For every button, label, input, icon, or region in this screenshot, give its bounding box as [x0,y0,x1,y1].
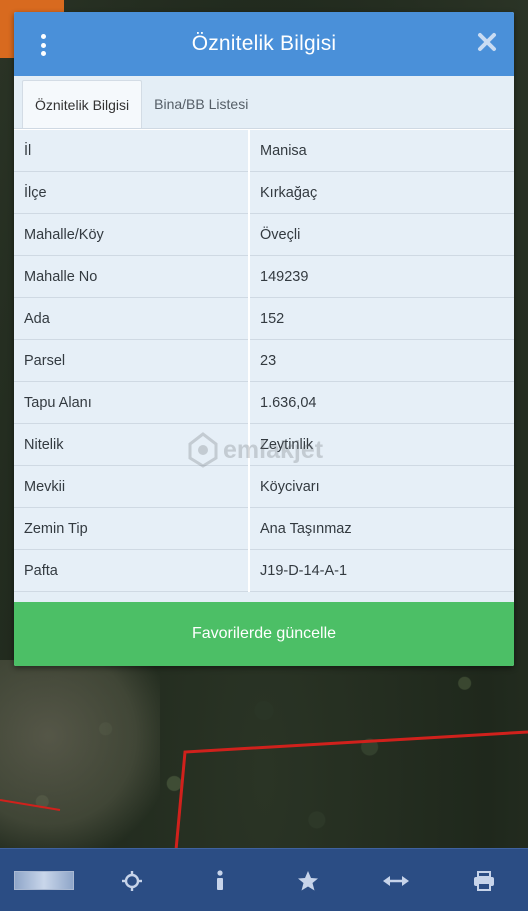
row-value: Manisa [249,129,514,172]
row-value: Ana Taşınmaz [249,507,514,550]
measure-button[interactable] [366,856,426,906]
row-value: Öveçli [249,213,514,256]
star-icon [298,870,318,890]
row-value: 23 [249,339,514,382]
row-key: İl [14,129,250,172]
table-row: Parsel 23 [14,339,514,382]
table-row: Nitelik Zeytinlik [14,423,514,466]
table-row: Mahalle No 149239 [14,255,514,298]
tab-building-list[interactable]: Bina/BB Listesi [142,80,260,128]
row-value: Zeytinlik [249,423,514,466]
parcel-boundary [0,730,528,850]
table-row: Ada 152 [14,297,514,340]
attribute-table: İl Manisa İlçe Kırkağaç Mahalle/Köy Öveç… [14,129,514,592]
row-value: 1.636,04 [249,381,514,424]
row-key: Zemin Tip [14,507,250,550]
table-row: Mevkii Köycivarı [14,465,514,508]
table-row: Tapu Alanı 1.636,04 [14,381,514,424]
attribute-dialog: Öznitelik Bilgisi Öznitelik Bilgisi Bina… [14,12,514,666]
tkgm-logo[interactable] [14,856,74,906]
table-row: Pafta J19-D-14-A-1 [14,549,514,592]
table-row: İlçe Kırkağaç [14,171,514,214]
table-row: İl Manisa [14,129,514,172]
dialog-title: Öznitelik Bilgisi [191,32,337,55]
print-icon [474,870,494,891]
close-icon[interactable] [476,31,498,53]
locate-button[interactable] [102,856,162,906]
measure-arrows-icon [383,875,409,886]
row-key: Nitelik [14,423,250,466]
row-key: Mevkii [14,465,250,508]
dialog-header: Öznitelik Bilgisi [14,12,514,76]
row-key: Ada [14,297,250,340]
menu-dots-icon[interactable] [39,34,47,56]
row-value: Kırkağaç [249,171,514,214]
bottom-toolbar [0,848,528,911]
tab-bar: Öznitelik Bilgisi Bina/BB Listesi [14,76,514,129]
favorite-update-button[interactable]: Favorilerde güncelle [14,602,514,666]
row-value: J19-D-14-A-1 [249,549,514,592]
row-key: Tapu Alanı [14,381,250,424]
row-value: 149239 [249,255,514,298]
row-key: İlçe [14,171,250,214]
row-value: Köycivarı [249,465,514,508]
row-key: Parsel [14,339,250,382]
table-row: Zemin Tip Ana Taşınmaz [14,507,514,550]
info-icon [217,869,223,890]
favorites-button[interactable] [278,856,338,906]
crosshair-icon [122,870,142,891]
row-key: Mahalle/Köy [14,213,250,256]
info-button[interactable] [190,856,250,906]
table-row: Mahalle/Köy Öveçli [14,213,514,256]
row-value: 152 [249,297,514,340]
row-key: Mahalle No [14,255,250,298]
logo-icon [14,871,74,890]
print-button[interactable] [454,856,514,906]
tab-attributes[interactable]: Öznitelik Bilgisi [22,80,143,128]
row-key: Pafta [14,549,250,592]
